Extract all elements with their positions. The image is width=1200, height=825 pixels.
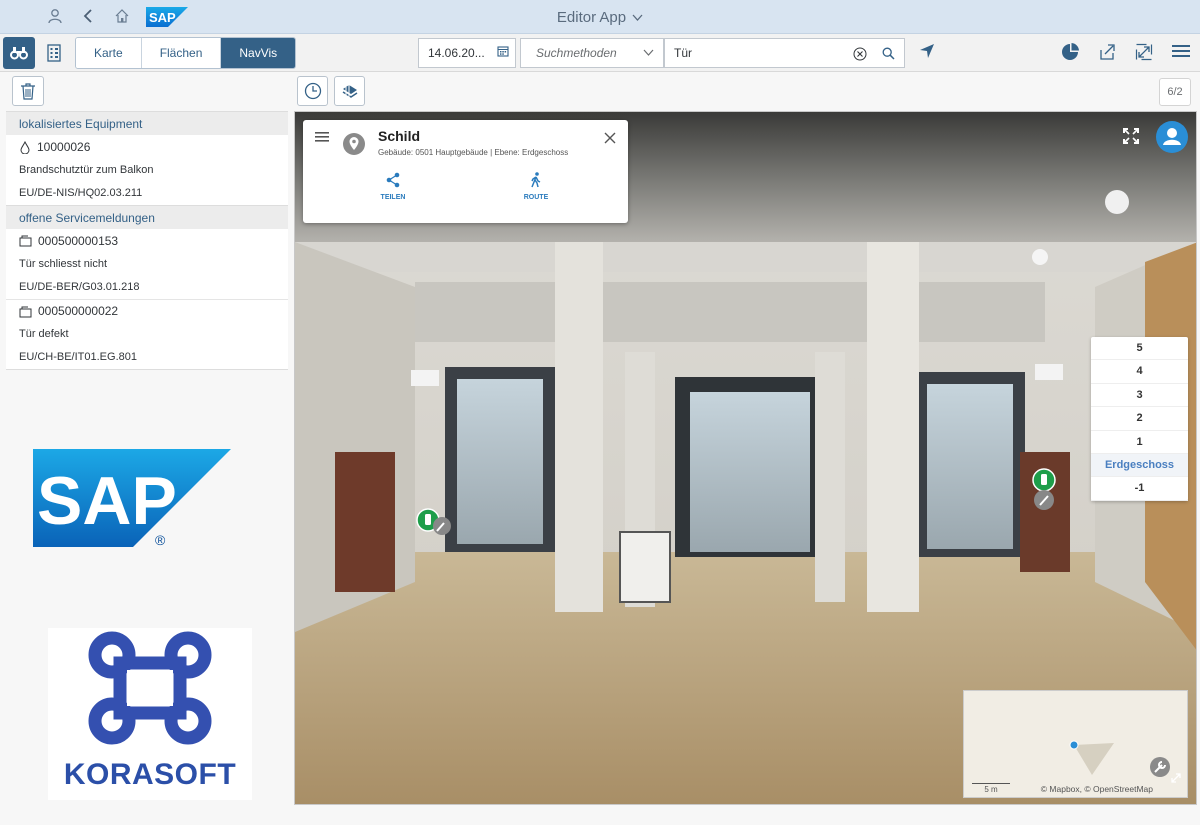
tab-karte[interactable]: Karte	[76, 38, 142, 68]
search-value: Tür	[674, 46, 692, 60]
group-header-equipment: lokalisiertes Equipment	[6, 111, 288, 135]
floor-selector: 5 4 3 2 1 Erdgeschoss -1	[1091, 337, 1188, 501]
location-pin-icon	[342, 132, 366, 161]
list-view-button[interactable]	[38, 37, 70, 69]
notification-location: EU/DE-BER/G03.01.218	[19, 281, 140, 293]
floor-item-3[interactable]: 3	[1091, 384, 1188, 408]
route-action[interactable]: ROUTE	[506, 172, 566, 201]
list-item[interactable]: 000500000022	[6, 299, 288, 323]
pie-chart-icon[interactable]	[1059, 43, 1081, 63]
korasoft-logo: KORASOFT	[48, 628, 252, 800]
search-input[interactable]: Tür	[664, 38, 905, 68]
notification-id: 000500000022	[38, 304, 119, 318]
expand-icon[interactable]	[1123, 128, 1139, 149]
route-label: ROUTE	[523, 194, 549, 201]
date-picker[interactable]: 14.06.20...	[418, 38, 516, 68]
history-button[interactable]	[297, 76, 328, 106]
map-attribution[interactable]: © Mapbox, © OpenStreetMap	[1041, 784, 1153, 794]
tab-flaechen[interactable]: Flächen	[141, 38, 222, 68]
notification-icon	[19, 235, 32, 247]
share-icon	[386, 172, 400, 188]
minimap[interactable]: 5 m © Mapbox, © OpenStreetMap	[963, 690, 1188, 798]
page-indicator: 6/2	[1159, 78, 1191, 106]
app-title[interactable]: Editor App	[0, 9, 1200, 26]
fullscreen-icon[interactable]	[1133, 43, 1155, 63]
layers-icon	[342, 85, 357, 98]
list-icon	[47, 44, 61, 62]
card-subtitle: Gebäude: 0501 Hauptgebäude | Ebene: Erdg…	[378, 148, 569, 157]
app-title-text: Editor App	[556, 9, 627, 26]
menu-icon[interactable]	[315, 130, 329, 148]
chevron-down-icon	[643, 39, 654, 67]
equipment-marker-left[interactable]	[416, 508, 452, 538]
viewer-toolbar: 6/2	[292, 72, 1200, 110]
list-item[interactable]: 000500000153	[6, 229, 288, 253]
command-symbol-icon	[88, 631, 212, 745]
binoculars-icon	[10, 47, 28, 60]
main-toolbar: Karte Flächen NavVis 14.06.20... Suchmet…	[0, 34, 1200, 72]
korasoft-text: KORASOFT	[63, 758, 237, 791]
share-label: TEILEN	[380, 194, 406, 201]
layers-button[interactable]	[334, 76, 365, 106]
share-out-icon[interactable]	[1096, 43, 1118, 63]
clock-icon	[304, 82, 321, 100]
floor-item-4[interactable]: 4	[1091, 360, 1188, 384]
binoculars-button[interactable]	[3, 37, 35, 69]
notification-location: EU/CH-BE/IT01.EG.801	[19, 351, 137, 363]
floor-item-5[interactable]: 5	[1091, 337, 1188, 361]
floor-item-1[interactable]: 1	[1091, 431, 1188, 454]
list-item[interactable]: 10000026	[6, 135, 288, 159]
drop-icon	[20, 140, 30, 154]
map-scale: 5 m	[972, 783, 1010, 794]
trash-icon	[21, 83, 35, 100]
wrench-marker-icon[interactable]	[1149, 756, 1171, 783]
notification-description: Tür defekt	[19, 328, 69, 340]
chevron-down-icon	[632, 13, 643, 25]
equipment-location: EU/DE-NIS/HQ02.03.211	[19, 187, 143, 199]
tab-navvis[interactable]: NavVis	[221, 38, 296, 68]
equipment-description: Brandschutztür zum Balkon	[19, 164, 154, 176]
left-panel-toolbar	[0, 72, 292, 110]
map-expand-icon[interactable]	[1170, 771, 1182, 789]
locate-icon[interactable]	[916, 43, 938, 63]
date-value: 14.06.20...	[428, 46, 485, 60]
menu-icon[interactable]	[1170, 43, 1192, 63]
notification-id: 000500000153	[38, 233, 119, 248]
group-header-service: offene Servicemeldungen	[6, 205, 288, 229]
delete-button[interactable]	[12, 76, 44, 106]
search-method-placeholder: Suchmethoden	[536, 46, 617, 60]
calendar-icon[interactable]	[497, 39, 509, 67]
shell-bar: SAP Editor App	[0, 0, 1200, 34]
walking-icon	[531, 172, 541, 188]
search-method-select[interactable]: Suchmethoden	[520, 38, 664, 68]
sap-logo: SAP ®	[33, 449, 231, 547]
notification-description: Tür schliesst nicht	[19, 258, 108, 270]
svg-text:SAP: SAP	[37, 463, 177, 539]
view-segmented-button: Karte Flächen NavVis	[75, 37, 297, 69]
result-list: lokalisiertes Equipment 10000026 Brandsc…	[6, 111, 288, 370]
equipment-marker-right[interactable]	[1031, 468, 1057, 512]
share-action[interactable]: TEILEN	[363, 172, 423, 201]
clear-icon[interactable]	[853, 39, 867, 67]
search-icon[interactable]	[882, 39, 895, 67]
equipment-id: 10000026	[37, 139, 91, 154]
svg-text:®: ®	[155, 532, 166, 547]
avatar[interactable]	[1155, 120, 1189, 159]
card-title: Schild	[378, 128, 421, 144]
floor-item-erdgeschoss[interactable]: Erdgeschoss	[1091, 453, 1188, 478]
floor-item-2[interactable]: 2	[1091, 407, 1188, 431]
floor-item-minus-1[interactable]: -1	[1091, 477, 1188, 501]
info-card: Schild Gebäude: 0501 Hauptgebäude | Eben…	[303, 120, 628, 223]
notification-icon	[19, 306, 32, 317]
close-icon[interactable]	[604, 131, 616, 149]
